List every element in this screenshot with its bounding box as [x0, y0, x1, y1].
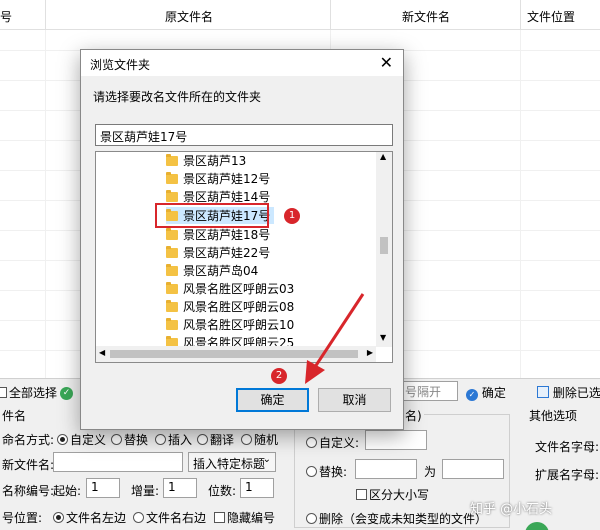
file-grid-header: 号 原文件名 新文件名 文件位置: [0, 0, 600, 30]
dialog-titlebar: 浏览文件夹 ✕: [81, 50, 403, 76]
naming-mode-label: 命名方式:: [2, 433, 55, 447]
digits-input[interactable]: 1: [240, 478, 274, 498]
tree-folder-item[interactable]: 景区葫芦13: [166, 152, 246, 169]
selection-highlight-box: [155, 203, 269, 228]
green-round-button-icon[interactable]: [525, 522, 549, 530]
mode-insert-radio[interactable]: 插入: [155, 431, 192, 448]
scroll-thumb[interactable]: [380, 237, 388, 254]
new-name-input[interactable]: [53, 452, 183, 472]
tree-folder-item[interactable]: 风景名胜区呼朗云08: [166, 298, 294, 315]
col-header-location[interactable]: 文件位置: [527, 8, 575, 25]
col-header-index[interactable]: 号: [0, 8, 12, 25]
extension-group-title: 名): [403, 407, 424, 424]
case-sensitive-checkbox[interactable]: 区分大小写: [356, 486, 429, 503]
to-label: 为: [424, 465, 437, 479]
dialog-prompt: 请选择要改名文件所在的文件夹: [93, 90, 262, 104]
add-icon[interactable]: ✓: [60, 384, 73, 400]
numbering-label: 名称编号:: [2, 484, 55, 498]
scroll-left-icon[interactable]: ◀: [99, 348, 105, 357]
tree-folder-item[interactable]: 景区葫芦娃22号: [166, 244, 270, 261]
dialog-title: 浏览文件夹: [90, 58, 151, 72]
delete-ext-radio[interactable]: 删除（会变成未知类型的文件）: [306, 510, 487, 527]
toolbar-ok-button[interactable]: ✓ 确定: [466, 384, 506, 401]
folder-icon: [166, 172, 178, 184]
digits-label: 位数:: [208, 484, 237, 498]
insert-title-select[interactable]: 插入特定标题 ⌄: [188, 452, 276, 472]
col-header-new-name[interactable]: 新文件名: [402, 8, 450, 25]
new-name-label: 新文件名:: [2, 458, 55, 472]
filename-group-title: 件名: [2, 409, 27, 423]
folder-icon: [166, 190, 178, 202]
hide-number-checkbox[interactable]: 隐藏编号: [214, 509, 275, 526]
delete-selected-button[interactable]: 删除已选: [537, 384, 600, 401]
browse-folder-dialog: 浏览文件夹 ✕ 请选择要改名文件所在的文件夹 景区葫芦娃17号 景区葫芦13 景…: [80, 49, 404, 430]
mode-random-radio[interactable]: 随机: [241, 431, 278, 448]
mode-translate-radio[interactable]: 翻译: [197, 431, 234, 448]
ext-replace-radio[interactable]: 替换:: [306, 463, 347, 480]
folder-icon: [166, 318, 178, 330]
scroll-up-icon[interactable]: ▲: [380, 152, 386, 161]
folder-icon: [166, 154, 178, 166]
tree-folder-item[interactable]: 风景名胜区呼朗云10: [166, 316, 294, 333]
separator-input[interactable]: 号隔开: [400, 381, 458, 401]
folder-icon: [166, 282, 178, 294]
folder-icon: [166, 264, 178, 276]
tree-folder-item[interactable]: 景区葫芦娃12号: [166, 170, 270, 187]
pos-left-radio[interactable]: 文件名左边: [53, 509, 126, 526]
mode-custom-radio[interactable]: 自定义: [57, 431, 106, 448]
folder-path-input[interactable]: 景区葫芦娃17号: [95, 124, 393, 146]
ext-replace-from-input[interactable]: [355, 459, 417, 479]
start-input[interactable]: 1: [86, 478, 120, 498]
cancel-button[interactable]: 取消: [318, 388, 391, 412]
folder-icon: [166, 300, 178, 312]
start-label: 起始:: [53, 484, 82, 498]
ext-custom-radio[interactable]: 自定义:: [306, 434, 359, 451]
folder-icon: [166, 228, 178, 240]
extension-letter-label: 扩展名字母:: [535, 468, 600, 482]
ext-replace-to-input[interactable]: [442, 459, 504, 479]
tree-folder-item[interactable]: 景区葫芦娃18号: [166, 226, 270, 243]
step-badge-1: 1: [284, 208, 300, 224]
col-header-original-name[interactable]: 原文件名: [165, 8, 213, 25]
folder-icon: [166, 246, 178, 258]
select-all-button[interactable]: 全部选择: [0, 384, 57, 401]
close-icon[interactable]: ✕: [380, 53, 393, 72]
step-label: 增量:: [131, 484, 160, 498]
tree-folder-item[interactable]: 风景名胜区呼朗云03: [166, 280, 294, 297]
ext-custom-input[interactable]: [365, 430, 427, 450]
step-badge-2: 2: [271, 368, 287, 384]
filename-letter-label: 文件名字母:: [535, 440, 600, 454]
arrow-annotation: [305, 293, 365, 384]
step-input[interactable]: 1: [163, 478, 197, 498]
watermark-text: 知乎 @小石头: [470, 502, 553, 517]
ok-button[interactable]: 确定: [236, 388, 309, 412]
number-position-label: 号位置:: [2, 511, 43, 525]
other-options-title: 其他选项: [529, 409, 578, 423]
pos-right-radio[interactable]: 文件名右边: [133, 509, 206, 526]
mode-replace-radio[interactable]: 替换: [111, 431, 148, 448]
tree-folder-item[interactable]: 景区葫芦岛04: [166, 262, 258, 279]
